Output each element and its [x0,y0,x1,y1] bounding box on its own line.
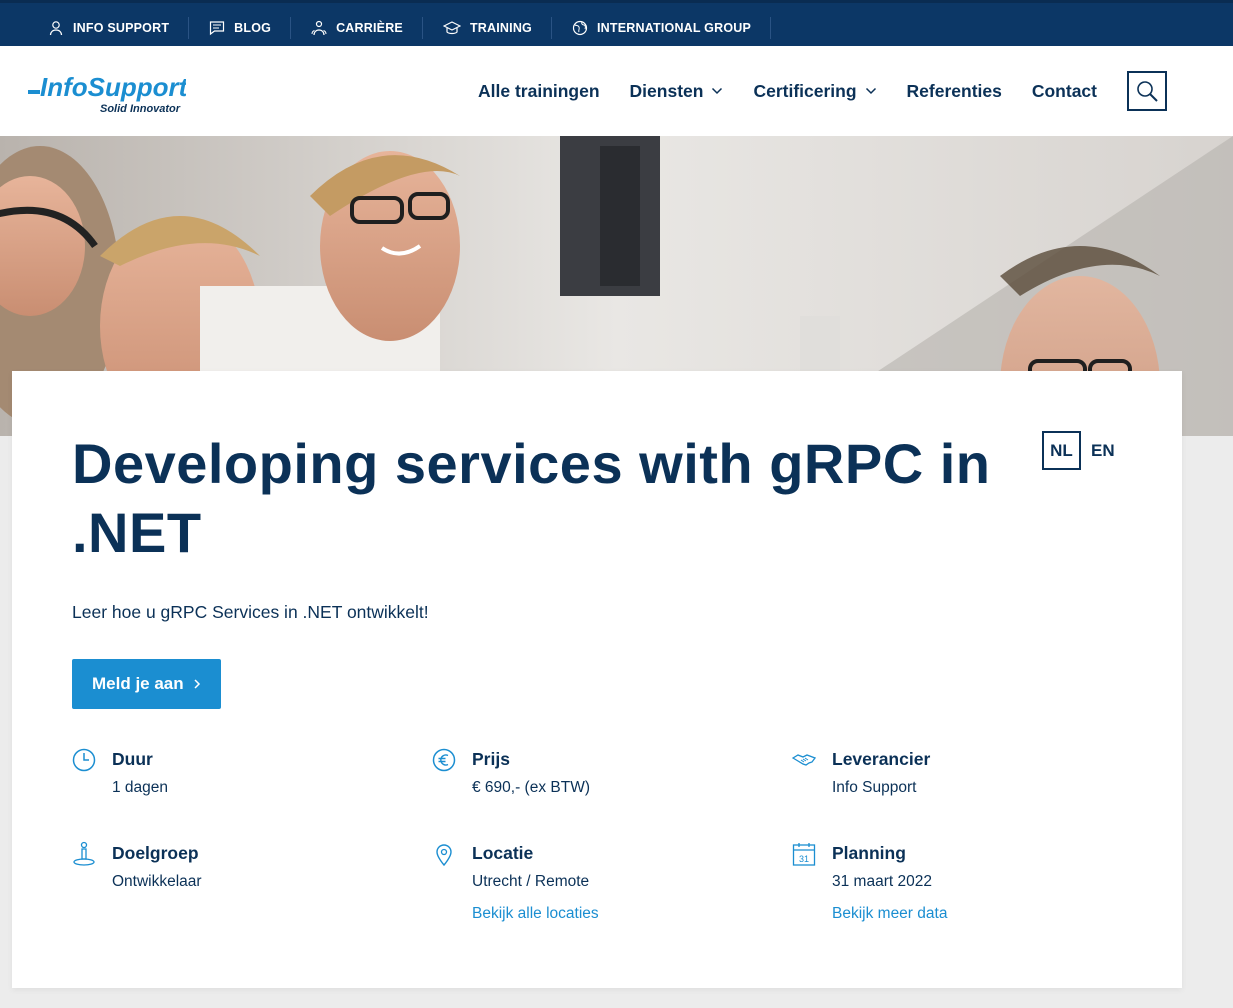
course-card: Developing services with gRPC in .NET NL… [12,371,1182,988]
target-group-icon [73,841,95,866]
nav-label: Alle trainingen [478,80,600,101]
logo-tagline: Solid Innovator [100,103,181,115]
handshake-icon [792,754,816,766]
logo-wordmark: InfoSupport [40,72,186,102]
fact-label: Leverancier [832,749,931,769]
chevron-right-icon [194,679,200,689]
chevron-down-icon [712,87,723,95]
nav-diensten[interactable]: Diensten [630,81,724,102]
people-icon [311,20,327,36]
search-button[interactable] [1127,71,1167,111]
utility-link-training[interactable]: TRAINING [423,7,553,49]
search-icon [1137,81,1158,102]
calendar-icon: 31 [792,843,816,866]
nav-label: Diensten [629,80,704,101]
utility-link-international-group[interactable]: INTERNATIONAL GROUP [552,7,772,49]
fact-value: 31 maart 2022 [832,873,932,890]
logo-mark: InfoSupport Solid Innovator [28,72,189,115]
utility-link-label: INFO SUPPORT [73,21,170,35]
fact-label: Prijs [472,749,510,769]
clock-icon [72,748,96,772]
fact-value: Info Support [832,779,917,796]
fact-value: Ontwikkelaar [112,873,202,890]
fact-label: Planning [832,843,906,863]
nav-label: Contact [1031,80,1097,101]
utility-link-label: INTERNATIONAL GROUP [596,21,752,35]
nav-label: Certificering [753,80,857,101]
language-switcher: NL EN [1042,431,1115,470]
utility-link-label: TRAINING [469,21,532,35]
utility-link-blog[interactable]: BLOG [189,7,292,49]
utility-link-label: BLOG [234,21,272,35]
globe-icon [572,20,588,36]
main-nav: Alle trainingen Diensten Certificering R… [448,46,1097,136]
utility-link-info-support[interactable]: INFO SUPPORT [28,7,190,49]
site-header: InfoSupport Solid Innovator Alle trainin… [0,46,1233,136]
nav-alle-trainingen[interactable]: Alle trainingen [478,81,600,102]
fact-label: Locatie [472,843,534,863]
course-title: Developing services with gRPC in .NET [72,432,991,564]
calendar-date-glyph: 31 [799,854,809,864]
bekijk-meer-data-link[interactable]: Bekijk meer data [832,905,947,923]
chat-icon [210,21,225,36]
person-icon [49,21,63,36]
fact-value: Utrecht / Remote [472,873,590,890]
nav-referenties[interactable]: Referenties [907,81,1002,102]
graduation-cap-icon [442,21,461,35]
utility-link-label: CARRIÈRE [336,21,403,35]
language-nl[interactable]: NL [1042,431,1081,470]
fact-label: Duur [112,749,153,769]
bekijk-alle-locaties-link[interactable]: Bekijk alle locaties [472,905,599,923]
cta-label: Meld je aan [92,674,184,693]
nav-contact[interactable]: Contact [1032,81,1097,102]
course-subtitle: Leer hoe u gRPC Services in .NET ontwikk… [72,602,429,622]
fact-value: 1 dagen [112,779,169,796]
fact-value: € 690,- (ex BTW) [472,779,590,796]
chevron-down-icon [865,87,876,95]
utility-bar: INFO SUPPORT BLOG CARRIÈRE TRAINING INTE… [0,0,1233,46]
nav-label: Referenties [906,80,1002,101]
language-en[interactable]: EN [1091,441,1115,461]
euro-icon [432,748,456,772]
meld-je-aan-button[interactable]: Meld je aan [72,659,221,709]
nav-certificering[interactable]: Certificering [753,81,876,102]
utility-link-carriere[interactable]: CARRIÈRE [291,7,423,49]
fact-label: Doelgroep [112,843,199,863]
location-pin-icon [436,844,452,867]
utility-nav: INFO SUPPORT BLOG CARRIÈRE TRAINING INTE… [28,7,772,49]
info-support-logo[interactable]: InfoSupport Solid Innovator [26,68,189,116]
